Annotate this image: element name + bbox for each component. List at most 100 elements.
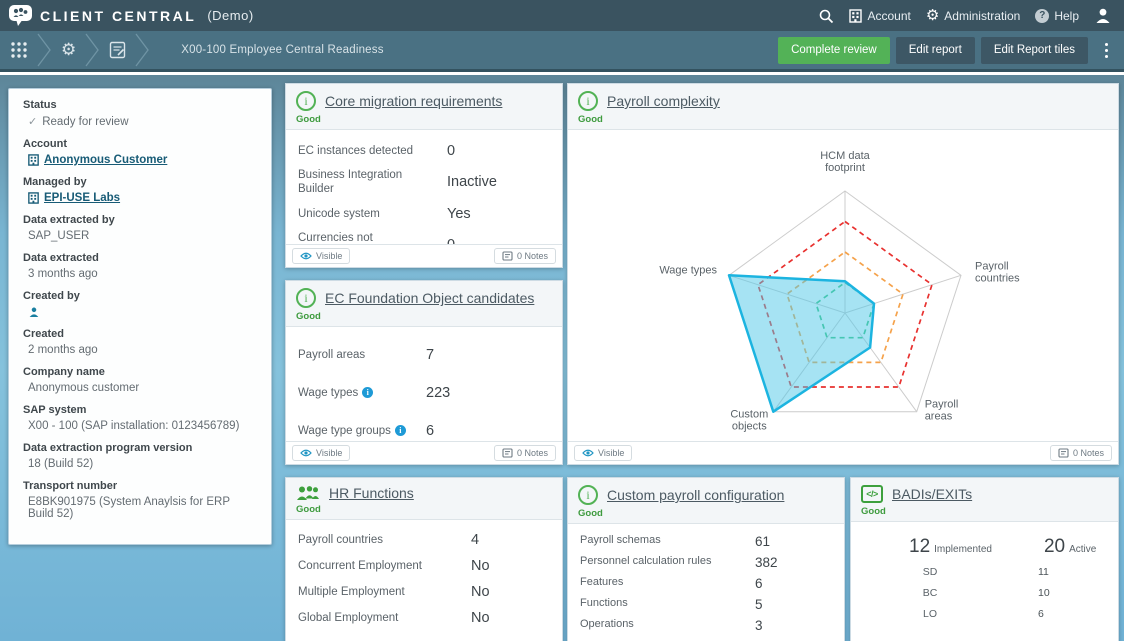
- transport-number-label: Transport number: [23, 480, 257, 492]
- metric-row: Operations 3: [580, 617, 832, 633]
- metric-row: BC 10: [863, 587, 1106, 599]
- building-icon: [849, 9, 862, 23]
- data-extracted-by-label: Data extracted by: [23, 214, 257, 226]
- account-label: Account: [867, 9, 910, 23]
- chevron-right-icon: [85, 31, 100, 69]
- note-icon: [502, 448, 513, 458]
- tile-title-link[interactable]: EC Foundation Object candidates: [325, 290, 534, 306]
- status-badge: Good: [578, 508, 834, 519]
- account-menu[interactable]: Account: [849, 9, 910, 23]
- tile-title-link[interactable]: Custom payroll configuration: [607, 487, 784, 503]
- metric-row: Concurrent Employment No: [298, 556, 550, 576]
- complete-review-button[interactable]: Complete review: [778, 37, 890, 64]
- implemented-stat: 12 Implemented: [909, 536, 992, 558]
- tile-title-link[interactable]: Payroll complexity: [607, 93, 720, 109]
- tile-title-link[interactable]: HR Functions: [329, 485, 414, 501]
- account-link[interactable]: Anonymous Customer: [44, 154, 167, 166]
- client-central-logo[interactable]: [8, 4, 33, 27]
- extraction-version-label: Data extraction program version: [23, 442, 257, 454]
- search-icon[interactable]: [818, 8, 834, 24]
- app-title: CLIENT CENTRAL: [40, 8, 196, 24]
- company-name-value: Anonymous customer: [28, 382, 139, 394]
- edit-report-tiles-button[interactable]: Edit Report tiles: [981, 37, 1088, 64]
- chevron-right-icon: [37, 31, 52, 69]
- active-stat: 20 Active: [1044, 536, 1096, 558]
- info-circle-icon: i: [296, 91, 316, 111]
- metric-row: Payroll areas 7: [298, 347, 550, 363]
- status-badge: Good: [861, 506, 1108, 517]
- administration-menu[interactable]: ⚙ Administration: [926, 8, 1020, 23]
- svg-text:areas: areas: [925, 411, 953, 423]
- info-tooltip-icon[interactable]: i: [395, 425, 406, 436]
- svg-text:Custom: Custom: [730, 409, 768, 421]
- metric-row: Global Employment No: [298, 608, 550, 628]
- metric-row: Currencies not supported by ECPi 0: [298, 231, 550, 244]
- status-badge: Good: [296, 504, 552, 515]
- info-tooltip-icon[interactable]: i: [362, 387, 373, 398]
- people-icon: [296, 485, 320, 501]
- metric-row: Business Integration Builder Inactive: [298, 168, 550, 197]
- info-circle-icon: i: [578, 91, 598, 111]
- metric-row: Personnel calculation rules 382: [580, 554, 832, 570]
- status-label: Status: [23, 99, 257, 111]
- status-badge: Good: [578, 114, 1108, 125]
- more-options-icon[interactable]: [1098, 37, 1114, 64]
- svg-text:countries: countries: [975, 272, 1020, 284]
- status-badge: Good: [296, 114, 552, 125]
- notes-button[interactable]: 0 Notes: [1050, 445, 1112, 461]
- visible-toggle[interactable]: Visible: [292, 445, 350, 461]
- visible-toggle[interactable]: Visible: [574, 445, 632, 461]
- building-icon: [28, 192, 39, 204]
- info-circle-icon: i: [296, 288, 316, 308]
- visible-toggle[interactable]: Visible: [292, 248, 350, 264]
- company-name-label: Company name: [23, 366, 257, 378]
- metric-row: EC instances detected 0: [298, 143, 550, 159]
- transport-number-value: E8BK901975 (System Anaylsis for ERP Buil…: [28, 496, 257, 520]
- notes-button[interactable]: 0 Notes: [494, 445, 556, 461]
- created-label: Created: [23, 328, 257, 340]
- tile-title-link[interactable]: BADIs/EXITs: [892, 486, 972, 502]
- extraction-version-value: 18 (Build 52): [28, 458, 93, 470]
- tile-title-link[interactable]: Core migration requirements: [325, 93, 502, 109]
- help-icon: ?: [1035, 9, 1049, 23]
- status-badge: Good: [296, 311, 552, 322]
- settings-crumb-icon[interactable]: ⚙: [61, 40, 76, 60]
- tile-custom-payroll-configuration: i Custom payroll configuration Good Payr…: [567, 477, 845, 641]
- svg-text:Payroll: Payroll: [925, 399, 959, 411]
- report-crumb-icon[interactable]: [109, 41, 126, 59]
- data-extracted-by-value: SAP_USER: [28, 230, 89, 242]
- metric-row: SD 11: [863, 566, 1106, 578]
- eye-icon: [582, 449, 594, 457]
- page-title: X00-100 Employee Central Readiness: [181, 44, 383, 56]
- created-value: 2 months ago: [28, 344, 98, 356]
- apps-grid-icon[interactable]: [10, 41, 28, 59]
- svg-text:Wage types: Wage types: [659, 264, 717, 276]
- gear-icon: ⚙: [926, 8, 939, 23]
- note-icon: [502, 251, 513, 261]
- chevron-right-icon: [135, 31, 150, 69]
- edit-report-button[interactable]: Edit report: [896, 37, 975, 64]
- help-menu[interactable]: ? Help: [1035, 9, 1079, 23]
- metric-row: Functions 5: [580, 596, 832, 612]
- person-icon[interactable]: [28, 306, 40, 318]
- help-label: Help: [1054, 9, 1079, 23]
- tile-ec-foundation-object-candidates: i EC Foundation Object candidates Good P…: [285, 280, 563, 465]
- eye-icon: [300, 252, 312, 260]
- svg-text:Payroll: Payroll: [975, 260, 1009, 272]
- person-icon: [1094, 7, 1112, 24]
- sap-system-label: SAP system: [23, 404, 257, 416]
- tile-payroll-complexity: i Payroll complexity Good HCM datafootpr…: [567, 83, 1119, 465]
- created-by-label: Created by: [23, 290, 257, 302]
- managed-by-link[interactable]: EPI-USE Labs: [44, 192, 120, 204]
- sap-system-value: X00 - 100 (SAP installation: 0123456789): [28, 420, 239, 432]
- report-info-panel: Status ✓Ready for review Account Anonymo…: [8, 88, 272, 545]
- notes-button[interactable]: 0 Notes: [494, 248, 556, 264]
- check-icon: ✓: [28, 115, 37, 128]
- user-avatar[interactable]: [1094, 7, 1112, 24]
- report-canvas: Status ✓Ready for review Account Anonymo…: [0, 75, 1124, 641]
- eye-icon: [300, 449, 312, 457]
- breadcrumb-bar: ⚙ X00-100 Employee Central Readiness Com…: [0, 31, 1124, 72]
- administration-label: Administration: [944, 9, 1020, 23]
- metric-row: Wage type groupsi 6: [298, 423, 550, 439]
- tile-core-migration-requirements: i Core migration requirements Good EC in…: [285, 83, 563, 268]
